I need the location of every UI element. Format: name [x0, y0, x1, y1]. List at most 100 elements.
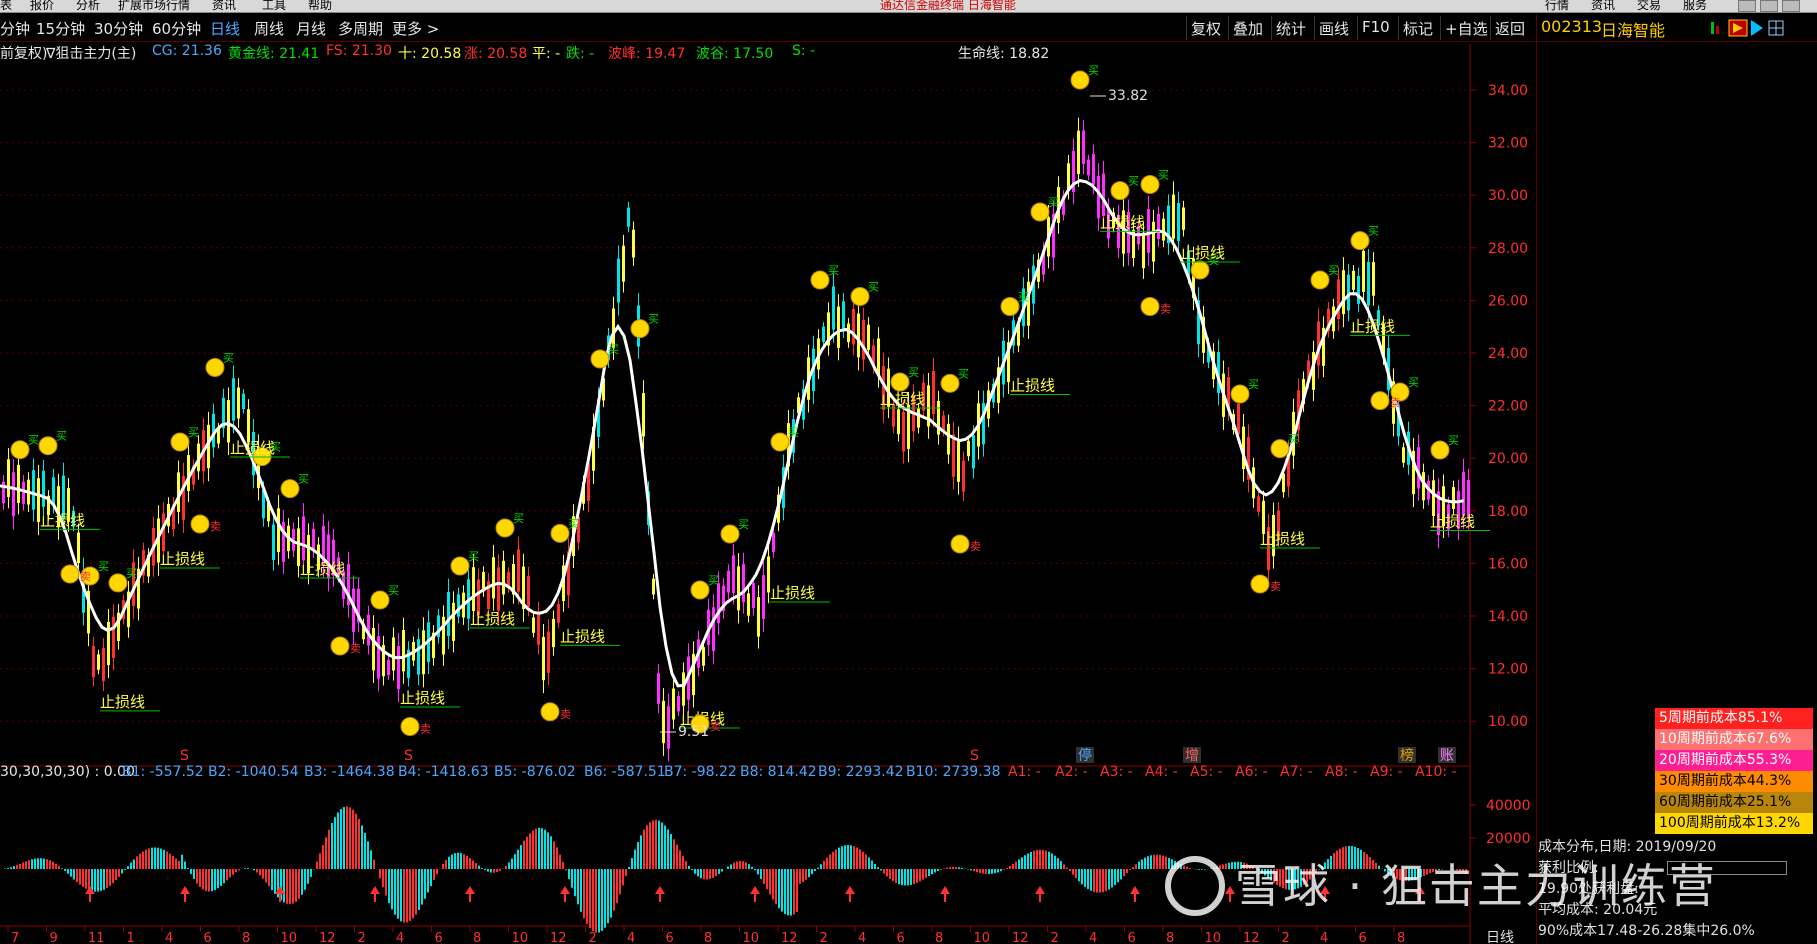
oscillator-value-14: A5: -: [1190, 764, 1223, 780]
lifeline-value: 生命线: 18.82: [958, 46, 1050, 62]
price-tick-label: 20.00: [1488, 451, 1528, 467]
osc-tick-label: 40000: [1486, 798, 1531, 814]
oscillator-value-15: A6: -: [1235, 764, 1268, 780]
menu-item-3[interactable]: 扩展市场行情: [118, 0, 190, 12]
candle-body: [832, 286, 835, 330]
candle-body: [537, 611, 540, 645]
frown-marker: [190, 514, 210, 534]
oscillator-value-16: A7: -: [1280, 764, 1313, 780]
buy-label: 买: [648, 313, 659, 326]
cost-legend-item-5[interactable]: 100周期前成本13.2%: [1655, 813, 1813, 834]
event-marker-0[interactable]: S: [180, 748, 189, 764]
indicator-value-3: 十: 20.58: [398, 46, 462, 62]
price-tick-label: 14.00: [1488, 609, 1528, 625]
buy-label: 买: [1328, 264, 1339, 277]
candle-body: [737, 566, 740, 611]
minimize-button[interactable]: [1738, 0, 1756, 12]
candle-body: [372, 627, 375, 671]
menu-item-6[interactable]: 帮助: [308, 0, 332, 12]
sell-label: 卖: [350, 642, 361, 655]
date-tick-label: 10: [281, 931, 298, 944]
candle-body: [897, 409, 900, 435]
menu-item-1[interactable]: 报价: [30, 0, 54, 12]
date-tick-label: 6: [1128, 931, 1136, 944]
up-arrow-icon: [560, 886, 570, 894]
smiley-marker: [1000, 297, 1020, 316]
candle-body: [1102, 173, 1105, 216]
up-arrow-icon: [940, 886, 950, 894]
menu-item-4[interactable]: 资讯: [212, 0, 236, 12]
up-arrow-icon: [750, 886, 760, 894]
timeframe-label: 日线: [1486, 930, 1514, 944]
indicator-value-9: S: -: [792, 43, 816, 59]
bar-chart-icon[interactable]: [1711, 22, 1719, 34]
menu-right-item-0[interactable]: 行情: [1545, 0, 1569, 12]
indicator-value-0: CG: 21.36: [152, 43, 222, 59]
arrow-icon[interactable]: [1751, 20, 1763, 36]
maximize-button[interactable]: [1760, 0, 1778, 12]
cost-legend-item-1[interactable]: 10周期前成本67.6%: [1655, 729, 1813, 750]
candle-body: [557, 604, 560, 623]
menu-item-5[interactable]: 工具: [262, 0, 286, 12]
grid-icon[interactable]: [1768, 20, 1784, 36]
candle-body: [457, 594, 460, 617]
candle-body: [1087, 159, 1090, 176]
event-markers: SSS停增榜账: [180, 747, 1456, 764]
event-marker-2[interactable]: S: [970, 748, 979, 764]
event-marker-6[interactable]: 账: [1440, 748, 1454, 764]
close-button[interactable]: [1782, 0, 1800, 12]
price-tick-label: 28.00: [1488, 241, 1528, 257]
candle-body: [1432, 480, 1435, 516]
event-marker-3[interactable]: 停: [1078, 747, 1092, 764]
frown-marker: [1250, 574, 1270, 594]
candle-body: [7, 459, 10, 497]
candle-body: [232, 378, 235, 421]
date-tick-label: 11: [88, 931, 105, 944]
menu-right-item-3[interactable]: 服务: [1683, 0, 1707, 12]
candle-body: [822, 326, 825, 342]
buy-label: 买: [868, 281, 879, 294]
cost-legend-item-3[interactable]: 30周期前成本44.3%: [1655, 771, 1813, 792]
date-tick-label: 7: [11, 931, 19, 944]
date-tick-label: 8: [935, 931, 943, 944]
event-marker-5[interactable]: 榜: [1400, 747, 1414, 764]
oscillator-value-6: B7: -98.22: [664, 764, 737, 780]
smiley-marker: [690, 580, 710, 600]
oscillator-params[interactable]: 30,30,30,30) : 0.00: [0, 764, 135, 780]
candle-body: [77, 532, 80, 564]
smiley-marker: [38, 436, 58, 456]
app-title: 通达信金融终端 日海智能: [880, 0, 1016, 12]
candle-body: [1157, 213, 1160, 240]
buy-label: 买: [1128, 175, 1139, 188]
candle-body: [272, 524, 275, 561]
candlestick-chart[interactable]: 买买买买买买买买买买买 买买买买买买买买买 买买买买买 买买买买买买买买止损线止损线止…: [0, 14, 1535, 944]
indicator-mode[interactable]: 前复权): [0, 43, 47, 63]
event-marker-4[interactable]: 增: [1185, 748, 1199, 764]
stop-loss-label: 止损线: [1430, 513, 1475, 531]
buy-label: 买: [298, 473, 309, 486]
oscillator-value-8: B9: 2293.42: [818, 764, 904, 780]
date-tick-label: 8: [704, 931, 712, 944]
buy-label: 买: [28, 434, 39, 447]
candle-body: [702, 647, 705, 666]
flag-icon[interactable]: [1728, 19, 1748, 37]
price-tick-label: 26.00: [1488, 293, 1528, 309]
indicator-name[interactable]: ∇狙击主力(主): [46, 43, 136, 63]
cost-legend-item-2[interactable]: 20周期前成本55.3%: [1655, 750, 1813, 771]
price-tick-label: 32.00: [1488, 136, 1528, 152]
sell-label: 卖: [210, 520, 221, 533]
date-tick-label: 9: [50, 931, 58, 944]
event-marker-1[interactable]: S: [404, 748, 413, 764]
menu-right-item-1[interactable]: 资讯: [1591, 0, 1615, 12]
sell-label: 卖: [710, 720, 721, 733]
cost-legend-item-0[interactable]: 5周期前成本85.1%: [1655, 708, 1813, 729]
price-tick-label: 10.00: [1488, 714, 1528, 730]
smiley-marker: [205, 358, 225, 377]
cost-legend-item-4[interactable]: 60周期前成本25.1%: [1655, 792, 1813, 813]
candle-body: [662, 700, 665, 744]
date-tick-label: 12: [550, 931, 567, 944]
menu-item-0[interactable]: 表: [0, 0, 12, 12]
menu-right-item-2[interactable]: 交易: [1637, 0, 1661, 12]
up-arrow-icon: [845, 886, 855, 894]
menu-item-2[interactable]: 分析: [76, 0, 100, 12]
